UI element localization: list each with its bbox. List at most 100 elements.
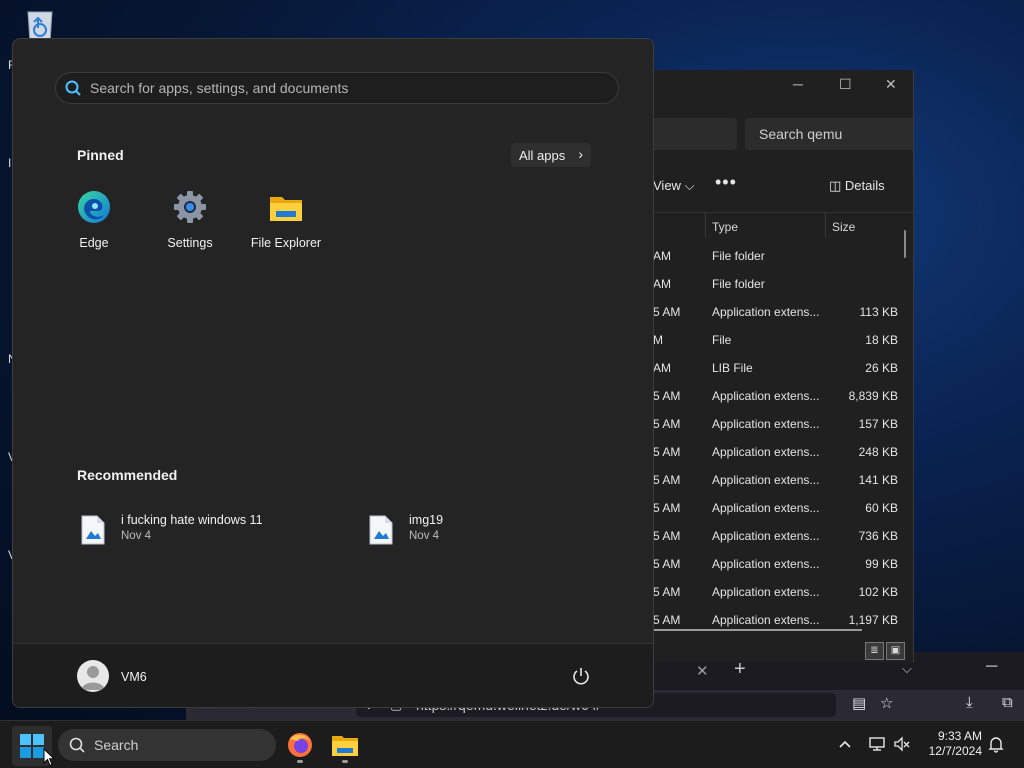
pinned-app-settings[interactable]: Settings (145, 189, 235, 259)
recommended-item[interactable]: img19 Nov 4 (369, 513, 569, 549)
chevron-up-icon[interactable] (836, 735, 854, 753)
table-row[interactable]: 5 AM Application extens... 60 KB (653, 494, 913, 522)
table-row[interactable]: 5 AM Application extens... 99 KB (653, 550, 913, 578)
recommended-item-date: Nov 4 (121, 530, 152, 542)
title-bar: ─ ☐ ✕ (653, 70, 913, 102)
cell-type: Application extens... (712, 445, 820, 459)
details-pane-icon: ◫ (829, 178, 842, 193)
cell-type: Application extens... (712, 557, 820, 571)
recommended-item[interactable]: i fucking hate windows 11 Nov 4 (81, 513, 341, 549)
taskbar-search-label: Search (94, 737, 139, 753)
list-tabs-icon[interactable]: ⌵ (902, 661, 912, 677)
table-row[interactable]: 5 AM Application extens... 113 KB (653, 298, 913, 326)
column-header-size[interactable]: Size (832, 220, 855, 234)
volume-muted-icon[interactable] (893, 735, 911, 753)
desktop-label-fragment: I (8, 156, 12, 170)
start-search-box[interactable] (55, 72, 619, 104)
cell-type: Application extens... (712, 473, 820, 487)
minimize-icon[interactable]: ─ (793, 76, 803, 92)
divider (653, 212, 913, 213)
image-file-icon (369, 515, 393, 545)
horizontal-scrollbar[interactable] (653, 629, 862, 631)
search-icon (69, 737, 85, 753)
user-name[interactable]: VM6 (121, 670, 147, 684)
all-apps-label: All apps (519, 148, 566, 163)
table-row[interactable]: AM LIB File 26 KB (653, 354, 913, 382)
table-row[interactable]: 5 AM Application extens... 141 KB (653, 466, 913, 494)
cell-date: AM (653, 249, 671, 263)
cell-date: 5 AM (653, 529, 681, 543)
pinned-app-edge[interactable]: Edge (49, 189, 139, 259)
column-divider[interactable] (825, 213, 826, 237)
system-clock[interactable]: 9:33 AM 12/7/2024 (922, 729, 982, 759)
details-label: Details (844, 178, 885, 193)
search-icon (65, 80, 81, 96)
user-icon (81, 666, 105, 690)
cell-size: 99 KB (865, 557, 898, 571)
cell-date: 5 AM (653, 473, 681, 487)
cell-type: Application extens... (712, 389, 820, 403)
cell-type: File folder (712, 277, 765, 291)
search-input[interactable] (90, 73, 610, 103)
column-header-type[interactable]: Type (712, 220, 738, 234)
table-row[interactable]: 5 AM Application extens... 8,839 KB (653, 382, 913, 410)
recommended-item-date: Nov 4 (409, 530, 440, 542)
table-row[interactable]: 5 AM Application extens... 102 KB (653, 578, 913, 606)
column-divider[interactable] (705, 213, 706, 237)
firefox-icon[interactable] (284, 729, 316, 761)
close-tab-icon[interactable]: ✕ (696, 662, 709, 680)
cell-date: 5 AM (653, 557, 681, 571)
address-bar[interactable] (653, 118, 737, 150)
cell-size: 26 KB (865, 361, 898, 375)
table-row[interactable]: 5 AM Application extens... 157 KB (653, 410, 913, 438)
cell-date: 5 AM (653, 305, 681, 319)
extensions-icon[interactable]: ⧉ (1002, 694, 1013, 711)
cell-type: Application extens... (712, 585, 820, 599)
table-row[interactable]: 5 AM Application extens... 736 KB (653, 522, 913, 550)
bookmark-star-icon[interactable]: ☆ (880, 694, 893, 712)
more-options-button[interactable]: ••• (715, 172, 737, 193)
cell-size: 60 KB (865, 501, 898, 515)
details-view-icon[interactable]: ≣ (865, 642, 884, 660)
cell-type: File folder (712, 249, 765, 263)
clock-date: 12/7/2024 (928, 744, 982, 758)
tiles-view-icon[interactable]: ▣ (886, 642, 905, 660)
cell-date: M (653, 333, 663, 347)
close-icon[interactable]: ✕ (885, 76, 897, 93)
file-list: AM File folder AM File folder 5 AM Applicatio… (653, 242, 913, 634)
downloads-icon[interactable]: ⤓ (966, 694, 973, 711)
table-row[interactable]: AM File folder (653, 270, 913, 298)
command-bar: View ⌵ ••• ◫ Details (653, 170, 913, 200)
running-indicator (297, 760, 303, 763)
user-avatar[interactable] (77, 660, 109, 692)
power-icon[interactable] (571, 666, 591, 686)
maximize-icon[interactable]: ☐ (839, 76, 852, 93)
settings-gear-icon (174, 191, 206, 223)
file-explorer-taskbar-icon[interactable] (329, 729, 361, 761)
cell-date: 5 AM (653, 501, 681, 515)
pinned-app-file-explorer[interactable]: File Explorer (241, 189, 331, 259)
pinned-heading: Pinned (77, 147, 124, 163)
network-icon[interactable] (868, 735, 886, 753)
image-file-icon (81, 515, 105, 545)
details-pane-button[interactable]: ◫ Details (829, 178, 885, 194)
table-row[interactable]: AM File folder (653, 242, 913, 270)
start-footer: VM6 (13, 643, 653, 707)
table-row[interactable]: M File 18 KB (653, 326, 913, 354)
cell-size: 18 KB (865, 333, 898, 347)
pinned-app-label: File Explorer (250, 236, 322, 250)
recommended-heading: Recommended (77, 467, 178, 483)
cell-date: 5 AM (653, 417, 681, 431)
cell-type: Application extens... (712, 305, 820, 319)
cell-type: Application extens... (712, 529, 820, 543)
view-menu-button[interactable]: View ⌵ (653, 178, 694, 194)
all-apps-button[interactable]: All apps › (511, 143, 591, 167)
search-input[interactable]: Search qemu (745, 118, 913, 150)
cell-type: LIB File (712, 361, 753, 375)
reader-view-icon[interactable]: ▤ (852, 694, 866, 712)
notification-bell-icon[interactable] (987, 735, 1005, 753)
view-label: View (653, 178, 681, 193)
minimize-icon[interactable]: ─ (986, 658, 997, 676)
taskbar-search[interactable]: Search (58, 729, 276, 761)
table-row[interactable]: 5 AM Application extens... 248 KB (653, 438, 913, 466)
